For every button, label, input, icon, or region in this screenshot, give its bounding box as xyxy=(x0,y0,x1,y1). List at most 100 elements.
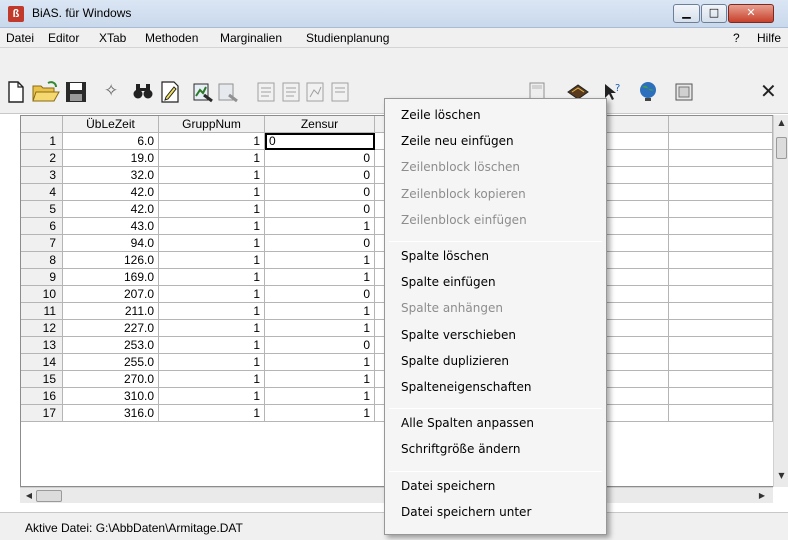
edit-icon[interactable] xyxy=(160,81,180,103)
cell-ublezeit[interactable]: 42.0 xyxy=(63,201,159,218)
context-menu-item[interactable]: Schriftgröße ändern xyxy=(401,442,520,456)
menu-datei[interactable]: Datei xyxy=(6,31,34,45)
magic-wand-icon[interactable]: ✧ xyxy=(104,81,118,101)
cell-empty[interactable] xyxy=(669,320,773,337)
cell-ublezeit[interactable]: 255.0 xyxy=(63,354,159,371)
menu-studienplanung[interactable]: Studienplanung xyxy=(306,31,389,45)
cell-zensur[interactable]: 1 xyxy=(265,218,375,235)
document-3-icon[interactable] xyxy=(306,82,324,102)
cell-empty[interactable] xyxy=(669,388,773,405)
cell-zensur[interactable]: 1 xyxy=(265,252,375,269)
col-header-gruppnum[interactable]: GruppNum xyxy=(159,116,265,133)
minimize-button[interactable]: ▁ xyxy=(673,4,700,23)
window-icon[interactable] xyxy=(675,83,693,101)
chart-table-icon[interactable] xyxy=(192,81,214,103)
cell-gruppnum[interactable]: 1 xyxy=(159,167,265,184)
cell-empty[interactable] xyxy=(669,303,773,320)
close-button[interactable]: ✕ xyxy=(728,4,774,23)
cell-empty[interactable] xyxy=(669,405,773,422)
cell-empty[interactable] xyxy=(669,337,773,354)
cell-zensur[interactable]: 1 xyxy=(265,354,375,371)
menu-hilfe[interactable]: Hilfe xyxy=(757,31,781,45)
menu-xtab[interactable]: XTab xyxy=(99,31,126,45)
globe-icon[interactable] xyxy=(638,81,658,103)
context-menu-item[interactable]: Spalteneigenschaften xyxy=(401,380,531,394)
cell-ublezeit[interactable]: 211.0 xyxy=(63,303,159,320)
cell-empty[interactable] xyxy=(669,150,773,167)
cell-zensur[interactable]: 0 xyxy=(265,184,375,201)
cell-gruppnum[interactable]: 1 xyxy=(159,235,265,252)
cell-empty[interactable] xyxy=(669,252,773,269)
cell-ublezeit[interactable]: 207.0 xyxy=(63,286,159,303)
cell-ublezeit[interactable]: 270.0 xyxy=(63,371,159,388)
menu-marginalien[interactable]: Marginalien xyxy=(220,31,282,45)
vertical-scrollbar[interactable]: ▲ ▼ xyxy=(773,115,788,487)
cell-gruppnum[interactable]: 1 xyxy=(159,320,265,337)
cell-empty[interactable] xyxy=(669,133,773,150)
cell-ublezeit[interactable]: 253.0 xyxy=(63,337,159,354)
cell-ublezeit[interactable]: 94.0 xyxy=(63,235,159,252)
document-2-icon[interactable] xyxy=(282,82,300,102)
horizontal-scroll-thumb[interactable] xyxy=(36,490,62,502)
cell-empty[interactable] xyxy=(669,201,773,218)
vertical-scroll-thumb[interactable] xyxy=(776,137,787,159)
cell-ublezeit[interactable]: 227.0 xyxy=(63,320,159,337)
context-menu-item[interactable]: Datei speichern xyxy=(401,479,495,493)
context-menu-item[interactable]: Alle Spalten anpassen xyxy=(401,416,534,430)
chart-table-2-icon[interactable] xyxy=(217,81,239,103)
context-menu-item[interactable]: Datei speichern unter xyxy=(401,505,531,519)
cell-ublezeit[interactable]: 32.0 xyxy=(63,167,159,184)
open-folder-icon[interactable] xyxy=(32,81,60,103)
context-menu-item[interactable]: Spalte duplizieren xyxy=(401,354,509,368)
cell-empty[interactable] xyxy=(669,354,773,371)
cell-empty[interactable] xyxy=(669,235,773,252)
cell-zensur[interactable]: 0 xyxy=(265,150,375,167)
cell-gruppnum[interactable]: 1 xyxy=(159,218,265,235)
new-file-icon[interactable] xyxy=(6,81,26,103)
col-header-empty[interactable] xyxy=(669,116,773,133)
cell-zensur[interactable]: 0 xyxy=(265,286,375,303)
cell-zensur[interactable]: 1 xyxy=(265,405,375,422)
cell-gruppnum[interactable]: 1 xyxy=(159,201,265,218)
cell-zensur[interactable]: 0 xyxy=(265,337,375,354)
scroll-left-arrow-icon[interactable]: ◀ xyxy=(22,490,36,502)
cell-gruppnum[interactable]: 1 xyxy=(159,371,265,388)
cell-gruppnum[interactable]: 1 xyxy=(159,252,265,269)
cell-gruppnum[interactable]: 1 xyxy=(159,133,265,150)
menu-help-question[interactable]: ? xyxy=(733,31,740,45)
cell-ublezeit[interactable]: 316.0 xyxy=(63,405,159,422)
cell-gruppnum[interactable]: 1 xyxy=(159,405,265,422)
col-header-zensur[interactable]: Zensur xyxy=(265,116,375,133)
cell-zensur[interactable]: 0 xyxy=(265,235,375,252)
close-x-icon[interactable]: ✕ xyxy=(760,80,777,102)
cell-zensur[interactable]: 1 xyxy=(265,269,375,286)
context-menu-item[interactable]: Spalte einfügen xyxy=(401,275,496,289)
cell-ublezeit[interactable]: 310.0 xyxy=(63,388,159,405)
document-1-icon[interactable] xyxy=(257,82,275,102)
cell-empty[interactable] xyxy=(669,269,773,286)
scroll-down-arrow-icon[interactable]: ▼ xyxy=(776,471,787,483)
cell-gruppnum[interactable]: 1 xyxy=(159,286,265,303)
cell-gruppnum[interactable]: 1 xyxy=(159,337,265,354)
cell-ublezeit[interactable]: 169.0 xyxy=(63,269,159,286)
cell-gruppnum[interactable]: 1 xyxy=(159,269,265,286)
cell-gruppnum[interactable]: 1 xyxy=(159,150,265,167)
cell-ublezeit[interactable]: 42.0 xyxy=(63,184,159,201)
scroll-up-arrow-icon[interactable]: ▲ xyxy=(776,118,787,130)
cell-zensur[interactable]: 1 xyxy=(265,303,375,320)
scroll-right-arrow-icon[interactable]: ▶ xyxy=(755,490,769,502)
context-menu-item[interactable]: Zeile löschen xyxy=(401,108,481,122)
cell-empty[interactable] xyxy=(669,371,773,388)
cell-zensur[interactable]: 1 xyxy=(265,371,375,388)
cell-zensur[interactable]: 1 xyxy=(265,320,375,337)
context-menu-item[interactable]: Zeile neu einfügen xyxy=(401,134,514,148)
cell-ublezeit[interactable]: 126.0 xyxy=(63,252,159,269)
context-menu-item[interactable]: Spalte verschieben xyxy=(401,328,516,342)
document-4-icon[interactable] xyxy=(331,82,349,102)
cell-gruppnum[interactable]: 1 xyxy=(159,303,265,320)
cell-ublezeit[interactable]: 6.0 xyxy=(63,133,159,150)
context-menu-item[interactable]: Spalte löschen xyxy=(401,249,489,263)
cell-zensur[interactable]: 1 xyxy=(265,388,375,405)
cell-ublezeit[interactable]: 19.0 xyxy=(63,150,159,167)
col-header-ublezeit[interactable]: ÜbLeZeit xyxy=(63,116,159,133)
